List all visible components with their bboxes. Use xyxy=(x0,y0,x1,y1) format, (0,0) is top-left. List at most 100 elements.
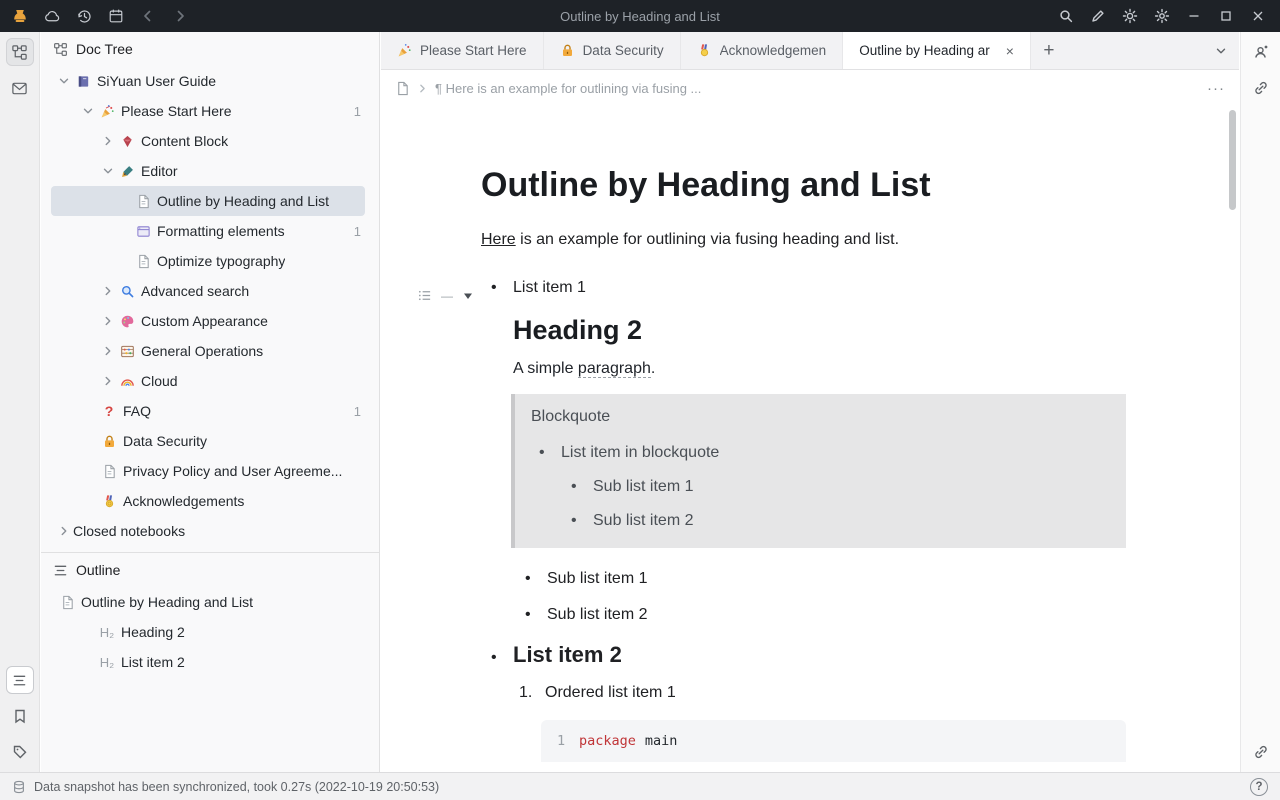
back-icon[interactable] xyxy=(136,4,160,28)
list-item-text: List item in blockquote xyxy=(561,444,719,462)
titlebar-left-toolbar xyxy=(0,4,192,28)
code-block[interactable]: 1 package main xyxy=(541,720,1126,762)
tree-item-label: FAQ xyxy=(123,403,151,419)
outline-item-document[interactable]: Outline by Heading and List xyxy=(41,587,379,617)
list-item-text: Sub list item 2 xyxy=(593,512,693,530)
virtual-ref[interactable]: paragraph xyxy=(578,360,651,378)
tab-please-start-here[interactable]: Please Start Here xyxy=(381,32,544,69)
chevron-down-icon[interactable] xyxy=(55,72,73,90)
chevron-right-icon[interactable] xyxy=(55,522,73,540)
rainbow-icon xyxy=(117,374,137,389)
search-icon[interactable] xyxy=(1054,4,1078,28)
blockquote-list-item: • List item in blockquote xyxy=(531,444,1110,462)
dock-doc-tree-button[interactable] xyxy=(6,38,34,66)
list-item-text: Sub list item 1 xyxy=(547,570,647,588)
edit-icon[interactable] xyxy=(1086,4,1110,28)
dock-bookmark-button[interactable] xyxy=(6,702,34,730)
tree-item-advanced-search[interactable]: Advanced search xyxy=(41,276,379,306)
sub-list-item: • Sub list item 1 xyxy=(481,570,1126,588)
forward-icon[interactable] xyxy=(168,4,192,28)
list-block-icon[interactable] xyxy=(417,288,432,303)
lock-icon xyxy=(560,43,575,58)
magnifier-icon xyxy=(117,284,137,299)
tree-item-general-operations[interactable]: General Operations xyxy=(41,336,379,366)
breadcrumb-current-block[interactable]: ¶ Here is an example for outlining via f… xyxy=(435,81,701,96)
tree-item-editor[interactable]: Editor xyxy=(41,156,379,186)
new-tab-button[interactable]: + xyxy=(1031,32,1067,69)
tree-item-data-security[interactable]: Data Security xyxy=(41,426,379,456)
dash-icon[interactable]: — xyxy=(441,289,453,303)
statusbar: Data snapshot has been synchronized, too… xyxy=(0,772,1280,800)
dock-inbox-button[interactable] xyxy=(6,74,34,102)
tree-item-optimize-typography[interactable]: Optimize typography xyxy=(41,246,379,276)
dock-tag-button[interactable] xyxy=(6,738,34,766)
h2-icon: H₂ xyxy=(97,625,117,640)
minimize-icon[interactable] xyxy=(1182,4,1206,28)
tree-item-siyuan-user-guide[interactable]: SiYuan User Guide xyxy=(41,66,379,96)
outline-item-heading-2[interactable]: H₂ Heading 2 xyxy=(41,617,379,647)
theme-sun-icon[interactable] xyxy=(1118,4,1142,28)
close-window-icon[interactable] xyxy=(1246,4,1270,28)
tree-item-acknowledgements[interactable]: Acknowledgements xyxy=(41,486,379,516)
tab-label: Outline by Heading ar xyxy=(859,43,990,58)
tree-item-closed-notebooks[interactable]: Closed notebooks xyxy=(41,516,379,546)
settings-gear-icon[interactable] xyxy=(1150,4,1174,28)
outline-icon xyxy=(53,563,68,578)
cloud-sync-icon[interactable] xyxy=(40,4,64,28)
more-button[interactable]: ··· xyxy=(1207,80,1225,97)
tree-item-label: Editor xyxy=(141,163,178,179)
dock-backlink-button[interactable] xyxy=(1247,738,1275,766)
chevron-down-icon[interactable] xyxy=(99,162,117,180)
siyuan-logo-icon[interactable] xyxy=(8,4,32,28)
tree-item-cloud[interactable]: Cloud xyxy=(41,366,379,396)
block-ref-link[interactable]: Here xyxy=(481,231,516,248)
tree-item-custom-appearance[interactable]: Custom Appearance xyxy=(41,306,379,336)
scrollbar-thumb[interactable] xyxy=(1229,110,1236,210)
tree-item-formatting-elements[interactable]: Formatting elements 1 xyxy=(41,216,379,246)
bullet-icon: • xyxy=(491,279,513,297)
tree-item-faq[interactable]: ? FAQ 1 xyxy=(41,396,379,426)
outline-panel-header: Outline xyxy=(41,553,379,587)
breadcrumb-doc-icon[interactable] xyxy=(395,81,410,96)
tab-outline-by-heading-and-list[interactable]: Outline by Heading ar × xyxy=(843,32,1031,69)
chevron-down-icon[interactable] xyxy=(79,102,97,120)
chevron-right-icon[interactable] xyxy=(99,372,117,390)
chevron-right-icon[interactable] xyxy=(99,342,117,360)
tab-list-chevron-icon[interactable] xyxy=(1203,32,1239,69)
tab-acknowledgements[interactable]: Acknowledgemen xyxy=(681,32,844,69)
document-icon xyxy=(99,464,119,479)
tab-data-security[interactable]: Data Security xyxy=(544,32,681,69)
list-item-text: Sub list item 1 xyxy=(593,478,693,496)
titlebar: Outline by Heading and List xyxy=(0,0,1280,32)
chevron-right-icon[interactable] xyxy=(99,282,117,300)
history-icon[interactable] xyxy=(72,4,96,28)
tree-item-label: Formatting elements xyxy=(157,223,285,239)
tree-item-outline-by-heading-and-list[interactable]: Outline by Heading and List xyxy=(51,186,365,216)
close-tab-icon[interactable]: × xyxy=(1006,44,1014,58)
paragraph-text: . xyxy=(651,360,655,377)
list-item-text: List item 1 xyxy=(513,279,586,297)
maximize-icon[interactable] xyxy=(1214,4,1238,28)
dock-outline-button[interactable] xyxy=(6,666,34,694)
tree-item-label: Cloud xyxy=(141,373,178,389)
chevron-right-icon[interactable] xyxy=(99,312,117,330)
editor-content[interactable]: Outline by Heading and List Here is an e… xyxy=(381,106,1239,772)
help-icon[interactable]: ? xyxy=(1250,778,1268,796)
lock-icon xyxy=(99,434,119,449)
dock-graph-button[interactable] xyxy=(1247,74,1275,102)
outline-item-list-item-2[interactable]: H₂ List item 2 xyxy=(41,647,379,677)
daily-note-icon[interactable] xyxy=(104,4,128,28)
list-item-heading-text: List item 2 xyxy=(513,642,622,668)
tab-label: Acknowledgemen xyxy=(720,43,827,58)
tree-item-please-start-here[interactable]: Please Start Here 1 xyxy=(41,96,379,126)
tree-item-content-block[interactable]: Content Block xyxy=(41,126,379,156)
tree-item-label: Outline by Heading and List xyxy=(157,193,329,209)
tree-item-privacy-policy[interactable]: Privacy Policy and User Agreeme... xyxy=(41,456,379,486)
simple-paragraph: A simple paragraph. xyxy=(513,360,1126,378)
collapse-triangle-icon[interactable] xyxy=(462,290,474,302)
notebook-icon xyxy=(73,74,93,89)
right-dock-bottom xyxy=(1247,738,1275,766)
chevron-right-icon[interactable] xyxy=(99,132,117,150)
dock-person-badge-button[interactable] xyxy=(1247,38,1275,66)
doc-count-badge: 1 xyxy=(354,404,379,419)
